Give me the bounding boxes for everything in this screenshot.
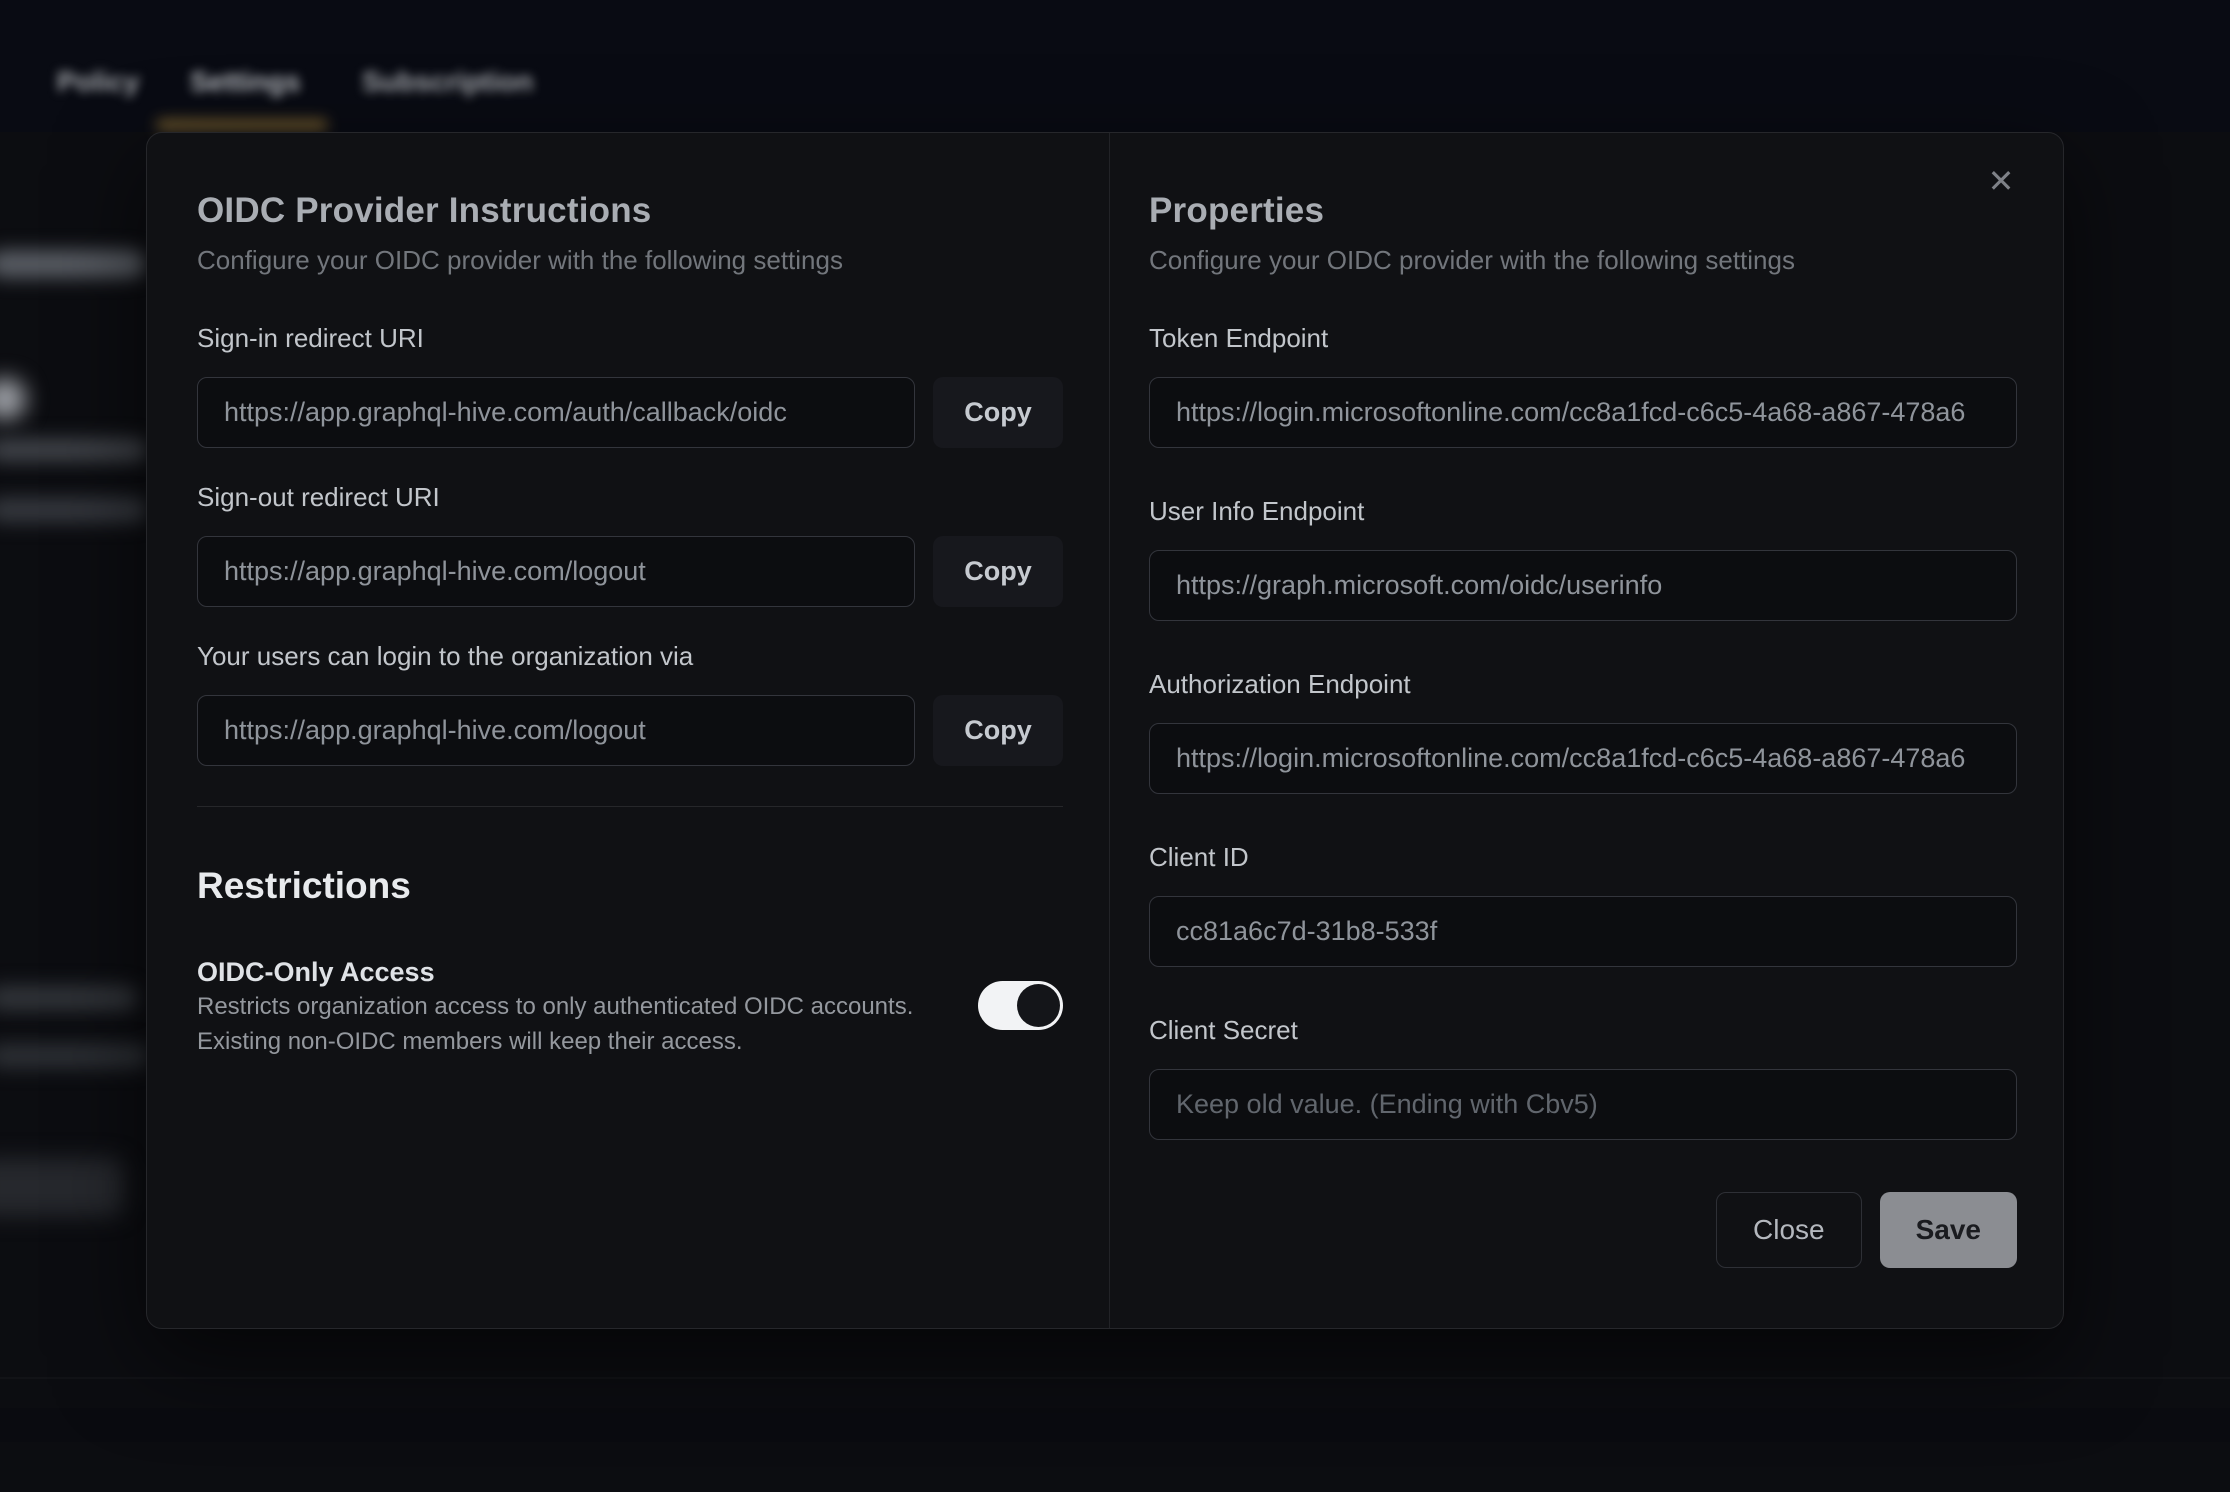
page-header-strip bbox=[0, 0, 2230, 132]
oidc-only-access-text: OIDC-Only Access Restricts organization … bbox=[197, 955, 913, 1059]
blurred-background-text bbox=[0, 250, 146, 278]
blurred-background-text bbox=[0, 985, 138, 1011]
user-info-endpoint-label: User Info Endpoint bbox=[1149, 496, 2017, 526]
authorization-endpoint-label: Authorization Endpoint bbox=[1149, 669, 2017, 699]
instructions-subtitle: Configure your OIDC provider with the fo… bbox=[197, 243, 1063, 277]
oidc-only-access-label: OIDC-Only Access bbox=[197, 955, 913, 989]
tab-policy[interactable]: Policy bbox=[57, 66, 139, 98]
oidc-only-access-description-line2: Existing non-OIDC members will keep thei… bbox=[197, 1024, 913, 1059]
section-divider bbox=[197, 806, 1063, 807]
copy-button[interactable]: Copy bbox=[933, 695, 1063, 766]
blurred-background-button bbox=[0, 1158, 124, 1216]
token-endpoint-input[interactable] bbox=[1149, 377, 2017, 448]
properties-title: Properties bbox=[1149, 189, 2017, 233]
sign-out-redirect-uri-label: Sign-out redirect URI bbox=[197, 482, 1063, 512]
background-footer-band bbox=[0, 1408, 2230, 1442]
tab-settings[interactable]: Settings bbox=[190, 66, 300, 98]
client-secret-input[interactable] bbox=[1149, 1069, 2017, 1140]
user-info-endpoint-input[interactable] bbox=[1149, 550, 2017, 621]
token-endpoint-label: Token Endpoint bbox=[1149, 323, 2017, 353]
copy-button[interactable]: Copy bbox=[933, 536, 1063, 607]
client-id-input[interactable] bbox=[1149, 896, 2017, 967]
close-button[interactable]: Close bbox=[1716, 1192, 1862, 1268]
login-via-input[interactable] bbox=[197, 695, 915, 766]
save-button[interactable]: Save bbox=[1880, 1192, 2017, 1268]
copy-button[interactable]: Copy bbox=[933, 377, 1063, 448]
toggle-knob bbox=[1017, 984, 1060, 1027]
blurred-background-text bbox=[0, 1043, 150, 1069]
blurred-background-text bbox=[0, 438, 148, 462]
active-tab-underline bbox=[156, 119, 328, 131]
blurred-background-dot bbox=[0, 378, 26, 420]
instructions-title: OIDC Provider Instructions bbox=[197, 189, 1063, 233]
blurred-background-text bbox=[0, 497, 148, 523]
properties-subtitle: Configure your OIDC provider with the fo… bbox=[1149, 243, 2017, 277]
background-divider-line bbox=[0, 1377, 2230, 1379]
oidc-only-access-row: OIDC-Only Access Restricts organization … bbox=[197, 955, 1063, 1059]
oidc-settings-modal: ✕ OIDC Provider Instructions Configure y… bbox=[146, 132, 2064, 1329]
instructions-column: OIDC Provider Instructions Configure you… bbox=[197, 133, 1063, 1059]
sign-out-redirect-uri-input[interactable] bbox=[197, 536, 915, 607]
restrictions-title: Restrictions bbox=[197, 863, 1063, 909]
sign-in-redirect-uri-label: Sign-in redirect URI bbox=[197, 323, 1063, 353]
client-secret-label: Client Secret bbox=[1149, 1015, 2017, 1045]
properties-column: Properties Configure your OIDC provider … bbox=[1149, 133, 2017, 1268]
modal-actions: Close Save bbox=[1149, 1192, 2017, 1268]
authorization-endpoint-input[interactable] bbox=[1149, 723, 2017, 794]
column-divider bbox=[1109, 133, 1110, 1328]
client-id-label: Client ID bbox=[1149, 842, 2017, 872]
login-via-label: Your users can login to the organization… bbox=[197, 641, 1063, 671]
oidc-only-access-description-line1: Restricts organization access to only au… bbox=[197, 989, 913, 1024]
sign-in-redirect-uri-input[interactable] bbox=[197, 377, 915, 448]
oidc-only-access-toggle[interactable] bbox=[978, 981, 1063, 1030]
tab-subscription[interactable]: Subscription bbox=[362, 66, 533, 98]
